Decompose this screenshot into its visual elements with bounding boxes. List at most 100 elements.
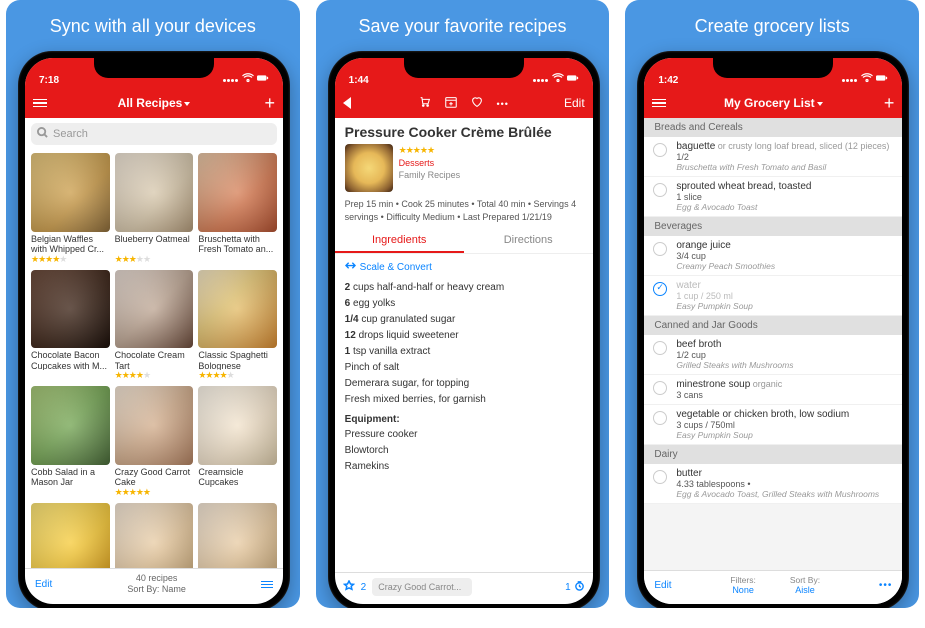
grocery-item-name: water bbox=[676, 280, 892, 291]
tab-directions[interactable]: Directions bbox=[464, 229, 593, 253]
edit-button-3[interactable]: Edit bbox=[654, 580, 671, 591]
grocery-section-header: Canned and Jar Goods bbox=[644, 316, 902, 335]
recipe-thumb bbox=[198, 153, 277, 232]
more-icon[interactable] bbox=[879, 580, 893, 591]
grocery-item-name: butter bbox=[676, 468, 892, 479]
next-recipe-pill[interactable]: Crazy Good Carrot... bbox=[372, 578, 472, 596]
grocery-list: Breads and Cerealsbaguette or crusty lon… bbox=[644, 118, 902, 570]
recipe-thumb bbox=[198, 270, 277, 349]
grocery-item[interactable]: minestrone soup organic3 cans bbox=[644, 375, 902, 405]
checkbox-icon[interactable] bbox=[653, 411, 667, 425]
recipe-image bbox=[345, 144, 393, 192]
signal-icon bbox=[842, 74, 858, 85]
filters-button[interactable]: Filters:None bbox=[730, 575, 756, 596]
recipe-card[interactable]: Chocolate Cream Tart★★★★★ bbox=[115, 270, 194, 382]
timer-icon[interactable] bbox=[574, 580, 585, 594]
nav-bar-3: My Grocery List + bbox=[644, 88, 902, 118]
add-button[interactable]: + bbox=[264, 93, 275, 114]
recipe-card[interactable]: Creamsicle Cupcakes bbox=[198, 386, 277, 498]
grocery-section-header: Beverages bbox=[644, 217, 902, 236]
cart-icon[interactable] bbox=[418, 95, 432, 112]
recipe-card[interactable]: Bruschetta with Fresh Tomato an... bbox=[198, 153, 277, 265]
add-button[interactable]: + bbox=[884, 93, 895, 114]
equipment-label: Equipment: bbox=[345, 414, 583, 425]
recipe-thumb bbox=[115, 270, 194, 349]
equipment-list: Pressure cookerBlowtorchRamekins bbox=[345, 427, 583, 475]
grocery-item[interactable]: vegetable or chicken broth, low sodium3 … bbox=[644, 405, 902, 445]
grocery-item[interactable]: sprouted wheat bread, toasted1 sliceEgg … bbox=[644, 177, 902, 217]
list-view-icon[interactable] bbox=[261, 581, 273, 589]
checkbox-icon[interactable] bbox=[653, 282, 667, 296]
sort-label[interactable]: Sort By: Name bbox=[52, 584, 261, 596]
ingredient-item[interactable]: 1/4 cup granulated sugar bbox=[345, 312, 583, 328]
recipe-card-title: Classic Spaghetti Bolognese bbox=[198, 350, 277, 370]
phone-frame-2: 1:44 Edit bbox=[328, 51, 600, 608]
grocery-item[interactable]: water1 cup / 250 mlEasy Pumpkin Soup bbox=[644, 276, 902, 316]
recipe-tabs: Ingredients Directions bbox=[335, 229, 593, 254]
recipe-card-title: Creamsicle Cupcakes bbox=[198, 467, 277, 487]
panel-sync: Sync with all your devices 7:18 All Reci… bbox=[6, 0, 300, 608]
phone-frame-1: 7:18 All Recipes + Search bbox=[18, 51, 290, 608]
nav-bar-1: All Recipes + bbox=[25, 88, 283, 118]
ingredient-item[interactable]: Pinch of salt bbox=[345, 360, 583, 376]
bottom-bar-1: Edit 40 recipes Sort By: Name bbox=[25, 568, 283, 604]
recipe-thumb bbox=[198, 386, 277, 465]
panel-grocery: Create grocery lists 1:42 My Grocery Lis… bbox=[625, 0, 919, 608]
edit-button-1[interactable]: Edit bbox=[35, 579, 52, 590]
ingredient-item[interactable]: 1 tsp vanilla extract bbox=[345, 344, 583, 360]
scale-convert-button[interactable]: Scale & Convert bbox=[345, 254, 583, 280]
menu-icon[interactable] bbox=[652, 99, 666, 108]
checkbox-icon[interactable] bbox=[653, 470, 667, 484]
recipe-count: 40 recipes bbox=[52, 573, 261, 585]
ingredient-item[interactable]: 12 drops liquid sweetener bbox=[345, 328, 583, 344]
pin-icon[interactable] bbox=[343, 580, 355, 595]
status-time-2: 1:44 bbox=[349, 75, 369, 86]
more-icon[interactable] bbox=[496, 96, 508, 110]
recipe-card[interactable]: Classic Spaghetti Bolognese★★★★★ bbox=[198, 270, 277, 382]
grocery-item-source: Egg & Avocado Toast bbox=[676, 202, 892, 212]
nav-title-1[interactable]: All Recipes bbox=[118, 96, 191, 110]
tab-ingredients[interactable]: Ingredients bbox=[335, 229, 464, 253]
checkbox-icon[interactable] bbox=[653, 183, 667, 197]
grocery-item-qty: 1/2 cup bbox=[676, 350, 892, 360]
recipe-stars[interactable]: ★★★★★ bbox=[399, 144, 461, 157]
menu-icon[interactable] bbox=[33, 99, 47, 108]
grocery-item-source: Grilled Steaks with Mushrooms bbox=[676, 360, 892, 370]
sort-button[interactable]: Sort By:Aisle bbox=[790, 575, 820, 596]
panel-title-2: Save your favorite recipes bbox=[328, 16, 598, 37]
search-input[interactable]: Search bbox=[31, 123, 277, 145]
back-icon[interactable] bbox=[343, 97, 351, 109]
recipe-card[interactable]: Cobb Salad in a Mason Jar bbox=[31, 386, 110, 498]
edit-button-2[interactable]: Edit bbox=[564, 96, 585, 110]
checkbox-icon[interactable] bbox=[653, 242, 667, 256]
grocery-item[interactable]: orange juice3/4 cupCreamy Peach Smoothie… bbox=[644, 236, 902, 276]
ingredient-item[interactable]: Fresh mixed berries, for garnish bbox=[345, 392, 583, 408]
heart-icon[interactable] bbox=[470, 95, 484, 112]
ingredient-item[interactable]: 2 cups half-and-half or heavy cream bbox=[345, 280, 583, 296]
grocery-item[interactable]: baguette or crusty long loaf bread, slic… bbox=[644, 137, 902, 177]
recipe-card[interactable]: Chocolate Bacon Cupcakes with M... bbox=[31, 270, 110, 382]
recipe-card[interactable]: Blueberry Oatmeal★★★★★ bbox=[115, 153, 194, 265]
recipe-card[interactable]: Crazy Good Carrot Cake★★★★★ bbox=[115, 386, 194, 498]
bottom-bar-3: Edit Filters:None Sort By:Aisle bbox=[644, 570, 902, 604]
checkbox-icon[interactable] bbox=[653, 381, 667, 395]
checkbox-icon[interactable] bbox=[653, 341, 667, 355]
grocery-item[interactable]: butter4.33 tablespoons •Egg & Avocado To… bbox=[644, 464, 902, 504]
chevron-down-icon bbox=[817, 102, 823, 106]
ingredient-list: 2 cups half-and-half or heavy cream6 egg… bbox=[345, 280, 583, 408]
checkbox-icon[interactable] bbox=[653, 143, 667, 157]
wifi-icon bbox=[552, 73, 564, 86]
ingredient-item[interactable]: 6 egg yolks bbox=[345, 296, 583, 312]
wifi-icon bbox=[861, 73, 873, 86]
recipe-title: Pressure Cooker Crème Brûlée bbox=[345, 124, 583, 140]
ingredient-item[interactable]: Demerara sugar, for topping bbox=[345, 376, 583, 392]
grocery-item-name: orange juice bbox=[676, 240, 892, 251]
grocery-item[interactable]: beef broth1/2 cupGrilled Steaks with Mus… bbox=[644, 335, 902, 375]
calendar-icon[interactable] bbox=[444, 95, 458, 112]
recipe-card[interactable]: Belgian Waffles with Whipped Cr...★★★★★ bbox=[31, 153, 110, 265]
recipe-source[interactable]: Family Recipes bbox=[399, 169, 461, 182]
grocery-item-name: vegetable or chicken broth, low sodium bbox=[676, 409, 892, 420]
recipe-card-stars: ★★★★★ bbox=[31, 254, 110, 265]
nav-title-3[interactable]: My Grocery List bbox=[724, 96, 823, 110]
recipe-category[interactable]: Desserts bbox=[399, 157, 461, 170]
